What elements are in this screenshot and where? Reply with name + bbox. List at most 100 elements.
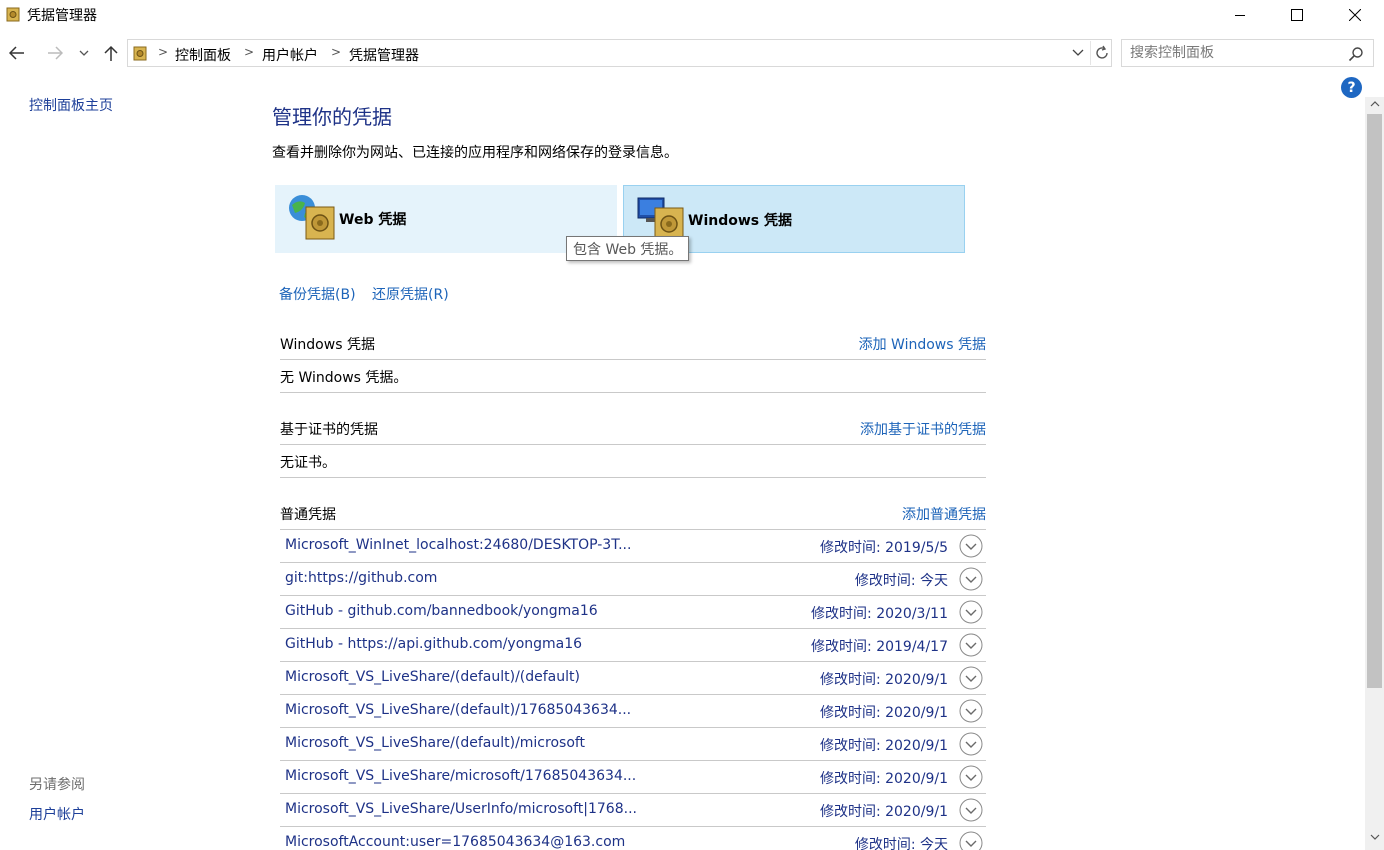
credential-modified-date: 修改时间: 2020/9/1 — [819, 705, 948, 721]
expand-chevron-icon[interactable] — [959, 633, 983, 657]
navigation-bar: > 控制面板 > 用户帐户 > 凭据管理器 — [0, 36, 1384, 70]
credential-manager-icon — [6, 7, 20, 22]
generic-credentials-header: 普通凭据 添加普通凭据 — [280, 498, 986, 530]
chevron-up-icon — [1370, 101, 1379, 107]
search-icon[interactable] — [1348, 46, 1364, 62]
empty-text: 无证书。 — [280, 455, 336, 471]
expand-chevron-icon[interactable] — [959, 666, 983, 690]
window-title: 凭据管理器 — [27, 8, 97, 24]
credential-modified-date: 修改时间: 今天 — [854, 573, 948, 589]
user-accounts-link[interactable]: 用户帐户 — [29, 804, 85, 824]
expand-chevron-icon[interactable] — [959, 798, 983, 822]
breadcrumb-control-panel[interactable]: 控制面板 — [175, 45, 231, 65]
help-icon[interactable]: ? — [1341, 77, 1362, 98]
expand-chevron-icon[interactable] — [959, 699, 983, 723]
search-box[interactable] — [1121, 39, 1374, 67]
credential-modified-date: 修改时间: 2019/4/17 — [811, 639, 948, 655]
section-heading: Windows 凭据 — [280, 337, 375, 353]
credential-name[interactable]: GitHub - github.com/bannedbook/yongma16 — [285, 603, 598, 619]
expand-chevron-icon[interactable] — [959, 600, 983, 624]
credential-row[interactable]: Microsoft_VS_LiveShare/UserInfo/microsof… — [280, 794, 986, 827]
close-icon — [1349, 9, 1361, 21]
credential-modified-date: 修改时间: 2020/9/1 — [819, 771, 948, 787]
expand-chevron-icon[interactable] — [959, 765, 983, 789]
breadcrumb-user-accounts[interactable]: 用户帐户 — [262, 45, 318, 65]
add-windows-credential-link[interactable]: 添加 Windows 凭据 — [859, 334, 986, 354]
tooltip: 包含 Web 凭据。 — [566, 236, 690, 261]
maximize-button[interactable] — [1268, 0, 1326, 30]
chevron-down-icon — [1072, 49, 1084, 56]
page-description: 查看并删除你为网站、已连接的应用程序和网络保存的登录信息。 — [272, 145, 678, 161]
breadcrumb-credential-manager[interactable]: 凭据管理器 — [349, 45, 419, 65]
credential-name[interactable]: Microsoft_VS_LiveShare/(default)/1768504… — [285, 702, 631, 718]
chevron-right-icon: > — [331, 45, 342, 59]
credential-name[interactable]: Microsoft_VS_LiveShare/UserInfo/microsof… — [285, 801, 637, 817]
credential-name[interactable]: Microsoft_VS_LiveShare/microsoft/1768504… — [285, 768, 636, 784]
credential-name[interactable]: GitHub - https://api.github.com/yongma16 — [285, 636, 582, 652]
minimize-icon — [1235, 15, 1245, 16]
certificate-credentials-header: 基于证书的凭据 添加基于证书的凭据 — [280, 413, 986, 445]
add-generic-credential-link[interactable]: 添加普通凭据 — [902, 504, 986, 524]
credential-name[interactable]: Microsoft_VS_LiveShare/(default)/(defaul… — [285, 669, 580, 685]
windows-credentials-header: Windows 凭据 添加 Windows 凭据 — [280, 328, 986, 360]
up-arrow-icon — [104, 45, 118, 61]
credential-modified-date: 修改时间: 2020/9/1 — [819, 804, 948, 820]
address-dropdown-button[interactable] — [1070, 44, 1086, 62]
tab-windows-credentials-label: Windows 凭据 — [688, 213, 792, 229]
chevron-down-icon — [79, 50, 89, 56]
tab-web-credentials-label: Web 凭据 — [339, 212, 407, 228]
back-arrow-icon — [9, 46, 24, 60]
refresh-button[interactable] — [1090, 41, 1112, 65]
address-bar[interactable]: > 控制面板 > 用户帐户 > 凭据管理器 — [127, 39, 1112, 67]
refresh-icon — [1095, 45, 1108, 59]
title-bar: 凭据管理器 — [0, 0, 1384, 30]
globe-vault-icon — [289, 195, 335, 240]
search-input[interactable] — [1130, 44, 1340, 62]
minimize-button[interactable] — [1211, 0, 1269, 30]
backup-credentials-link[interactable]: 备份凭据(B) — [279, 284, 356, 304]
page-title: 管理你的凭据 — [272, 105, 392, 129]
credential-modified-date: 修改时间: 2020/9/1 — [819, 738, 948, 754]
expand-chevron-icon[interactable] — [959, 732, 983, 756]
credential-row[interactable]: GitHub - https://api.github.com/yongma16… — [280, 629, 986, 662]
chevron-down-icon — [1370, 834, 1379, 840]
up-button[interactable] — [98, 38, 124, 68]
credential-modified-date: 修改时间: 2020/3/11 — [811, 606, 948, 622]
close-button[interactable] — [1326, 0, 1384, 30]
section-heading: 基于证书的凭据 — [280, 422, 378, 438]
back-button[interactable] — [4, 38, 30, 68]
credential-row[interactable]: git:https://github.com 修改时间: 今天 — [280, 563, 986, 596]
credential-name[interactable]: Microsoft_VS_LiveShare/(default)/microso… — [285, 735, 585, 751]
credential-modified-date: 修改时间: 2019/5/5 — [819, 540, 948, 556]
forward-button[interactable] — [42, 38, 68, 68]
scroll-down-button[interactable] — [1365, 829, 1384, 845]
credential-modified-date: 修改时间: 今天 — [854, 837, 948, 850]
chevron-right-icon: > — [158, 45, 169, 59]
credential-row[interactable]: Microsoft_VS_LiveShare/(default)/(defaul… — [280, 662, 986, 695]
recent-locations-button[interactable] — [73, 38, 95, 68]
add-certificate-credential-link[interactable]: 添加基于证书的凭据 — [860, 419, 986, 439]
credential-row[interactable]: Microsoft_VS_LiveShare/(default)/1768504… — [280, 695, 986, 728]
credential-row[interactable]: GitHub - github.com/bannedbook/yongma16 修… — [280, 596, 986, 629]
expand-chevron-icon[interactable] — [959, 567, 983, 591]
credential-name[interactable]: MicrosoftAccount:user=17685043634@163.co… — [285, 834, 625, 850]
see-also-heading: 另请参阅 — [29, 777, 85, 793]
restore-credentials-link[interactable]: 还原凭据(R) — [372, 284, 449, 304]
expand-chevron-icon[interactable] — [959, 534, 983, 558]
credential-row[interactable]: MicrosoftAccount:user=17685043634@163.co… — [280, 827, 986, 850]
section-heading: 普通凭据 — [280, 507, 336, 523]
credential-name[interactable]: git:https://github.com — [285, 570, 437, 586]
scrollbar-thumb[interactable] — [1367, 114, 1382, 688]
control-panel-icon — [133, 46, 147, 61]
windows-credentials-empty: 无 Windows 凭据。 — [280, 360, 986, 393]
credential-row[interactable]: Microsoft_VS_LiveShare/microsoft/1768504… — [280, 761, 986, 794]
certificate-credentials-empty: 无证书。 — [280, 445, 986, 478]
scroll-up-button[interactable] — [1365, 97, 1384, 111]
expand-chevron-icon[interactable] — [959, 831, 983, 850]
credential-row[interactable]: Microsoft_WinInet_localhost:24680/DESKTO… — [280, 530, 986, 563]
control-panel-home-link[interactable]: 控制面板主页 — [29, 95, 113, 115]
credential-row[interactable]: Microsoft_VS_LiveShare/(default)/microso… — [280, 728, 986, 761]
credential-name[interactable]: Microsoft_WinInet_localhost:24680/DESKTO… — [285, 537, 631, 553]
forward-arrow-icon — [48, 46, 63, 60]
credential-modified-date: 修改时间: 2020/9/1 — [819, 672, 948, 688]
